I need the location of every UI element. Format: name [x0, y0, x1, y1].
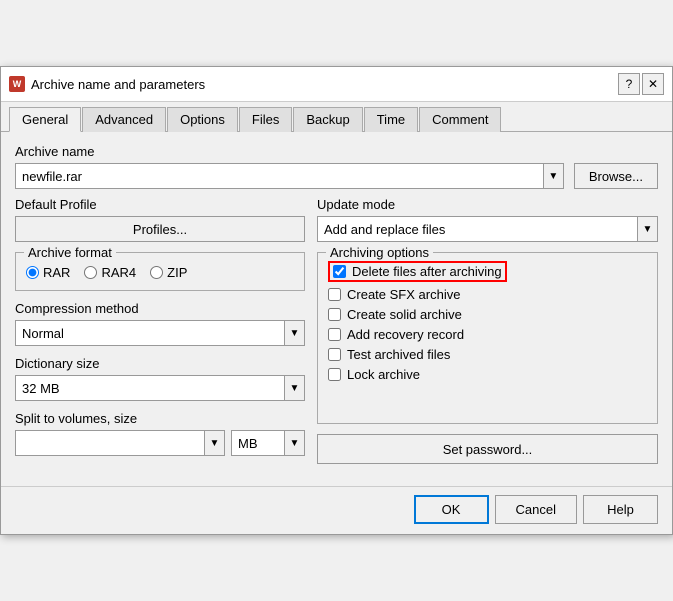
split-volumes-inputs: ▼ B KB MB GB ▼	[15, 430, 305, 456]
title-bar: W Archive name and parameters ? ✕	[1, 67, 672, 102]
compression-method-field[interactable]: Store Fastest Fast Normal Good Best ▼	[15, 320, 305, 346]
dictionary-size-field[interactable]: 128 KB 256 KB 512 KB 1 MB 2 MB 4 MB 8 MB…	[15, 375, 305, 401]
option-add-recovery[interactable]: Add recovery record	[328, 327, 647, 342]
dictionary-size-select[interactable]: 128 KB 256 KB 512 KB 1 MB 2 MB 4 MB 8 MB…	[16, 376, 284, 400]
dialog-footer: OK Cancel Help	[1, 486, 672, 534]
add-recovery-label: Add recovery record	[347, 327, 464, 342]
format-rar4-radio[interactable]	[84, 266, 97, 279]
archiving-options-group: Archiving options Delete files after arc…	[317, 252, 658, 424]
split-unit-arrow[interactable]: ▼	[284, 431, 304, 455]
compression-method-group: Compression method Store Fastest Fast No…	[15, 301, 305, 346]
delete-files-checkbox[interactable]	[333, 265, 346, 278]
set-password-button[interactable]: Set password...	[317, 434, 658, 464]
tab-files[interactable]: Files	[239, 107, 292, 132]
split-volumes-group: Split to volumes, size ▼ B KB MB GB	[15, 411, 305, 456]
archive-name-label: Archive name	[15, 144, 564, 159]
update-mode-select[interactable]: Add and replace files Update and add fil…	[318, 217, 637, 241]
option-lock-archive[interactable]: Lock archive	[328, 367, 647, 382]
compression-method-arrow[interactable]: ▼	[284, 321, 304, 345]
dialog-archive-parameters: W Archive name and parameters ? ✕ Genera…	[0, 66, 673, 535]
help-footer-button[interactable]: Help	[583, 495, 658, 524]
tab-comment[interactable]: Comment	[419, 107, 501, 132]
split-unit-select[interactable]: B KB MB GB	[232, 431, 284, 455]
archive-format-group: Archive format RAR RAR4 ZIP	[15, 252, 305, 291]
create-solid-checkbox[interactable]	[328, 308, 341, 321]
dictionary-size-arrow[interactable]: ▼	[284, 376, 304, 400]
option-create-sfx[interactable]: Create SFX archive	[328, 287, 647, 302]
dictionary-size-group: Dictionary size 128 KB 256 KB 512 KB 1 M…	[15, 356, 305, 401]
lock-archive-checkbox[interactable]	[328, 368, 341, 381]
compression-method-select[interactable]: Store Fastest Fast Normal Good Best	[16, 321, 284, 345]
format-rar-radio[interactable]	[26, 266, 39, 279]
test-archived-label: Test archived files	[347, 347, 450, 362]
dialog-title: Archive name and parameters	[31, 77, 612, 92]
app-icon: W	[9, 76, 25, 92]
split-size-input[interactable]	[16, 431, 204, 455]
split-unit-field[interactable]: B KB MB GB ▼	[231, 430, 305, 456]
dictionary-size-label: Dictionary size	[15, 356, 305, 371]
split-size-field[interactable]: ▼	[15, 430, 225, 456]
tab-general[interactable]: General	[9, 107, 81, 132]
close-button[interactable]: ✕	[642, 73, 664, 95]
option-delete-files[interactable]: Delete files after archiving	[328, 261, 647, 282]
create-solid-label: Create solid archive	[347, 307, 462, 322]
format-zip[interactable]: ZIP	[150, 265, 187, 280]
archive-name-field[interactable]: ▼	[15, 163, 564, 189]
help-button[interactable]: ?	[618, 73, 640, 95]
ok-button[interactable]: OK	[414, 495, 489, 524]
compression-method-label: Compression method	[15, 301, 305, 316]
archiving-options-label: Archiving options	[326, 245, 433, 260]
title-bar-controls: ? ✕	[618, 73, 664, 95]
option-create-solid[interactable]: Create solid archive	[328, 307, 647, 322]
add-recovery-checkbox[interactable]	[328, 328, 341, 341]
tab-options[interactable]: Options	[167, 107, 238, 132]
format-rar4[interactable]: RAR4	[84, 265, 136, 280]
archive-name-dropdown-arrow[interactable]: ▼	[543, 164, 563, 188]
archiving-options-section: Archiving options Delete files after arc…	[317, 252, 658, 466]
cancel-button[interactable]: Cancel	[495, 495, 577, 524]
test-archived-checkbox[interactable]	[328, 348, 341, 361]
tab-backup[interactable]: Backup	[293, 107, 362, 132]
tab-time[interactable]: Time	[364, 107, 418, 132]
delete-files-label: Delete files after archiving	[352, 264, 502, 279]
tab-bar: General Advanced Options Files Backup Ti…	[1, 102, 672, 132]
create-sfx-label: Create SFX archive	[347, 287, 460, 302]
archive-format-label: Archive format	[24, 245, 116, 260]
default-profile-label: Default Profile	[15, 197, 305, 212]
archive-name-input[interactable]	[16, 164, 543, 188]
browse-button[interactable]: Browse...	[574, 163, 658, 189]
dialog-content: Archive name ▼ Browse... Default Profile…	[1, 132, 672, 486]
update-mode-label: Update mode	[317, 197, 658, 212]
archive-format-options: RAR RAR4 ZIP	[26, 265, 294, 280]
create-sfx-checkbox[interactable]	[328, 288, 341, 301]
split-size-arrow[interactable]: ▼	[204, 431, 224, 455]
option-test-archived[interactable]: Test archived files	[328, 347, 647, 362]
profiles-button[interactable]: Profiles...	[15, 216, 305, 242]
delete-files-highlighted: Delete files after archiving	[328, 261, 507, 282]
split-volumes-label: Split to volumes, size	[15, 411, 305, 426]
lock-archive-label: Lock archive	[347, 367, 420, 382]
format-rar[interactable]: RAR	[26, 265, 70, 280]
update-mode-field[interactable]: Add and replace files Update and add fil…	[317, 216, 658, 242]
format-zip-radio[interactable]	[150, 266, 163, 279]
update-mode-arrow[interactable]: ▼	[637, 217, 657, 241]
tab-advanced[interactable]: Advanced	[82, 107, 166, 132]
